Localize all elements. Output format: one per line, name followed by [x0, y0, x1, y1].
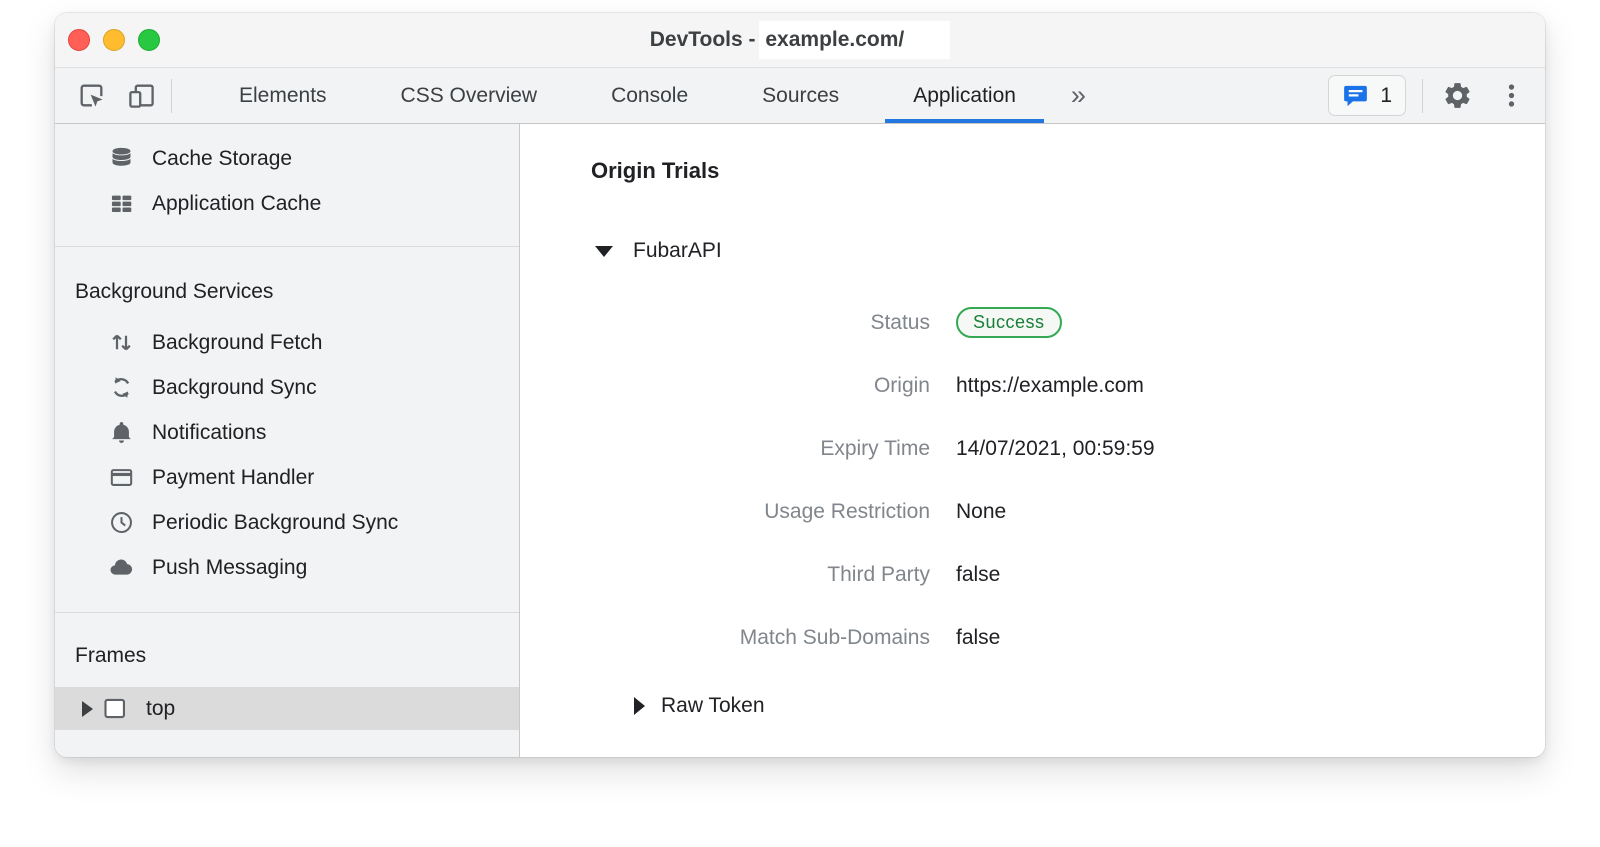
window-title-prefix: DevTools -: [650, 28, 762, 52]
traffic-lights: [68, 13, 160, 67]
window-title: DevTools - example.com/: [650, 21, 951, 59]
row-label: Expiry Time: [520, 437, 930, 461]
sidebar-item-cache-storage[interactable]: Cache Storage: [55, 136, 519, 181]
disclosure-collapsed-icon: [634, 697, 645, 715]
disclosure-expanded-icon: [595, 246, 613, 257]
origin-trials-panel: Origin Trials FubarAPI Status Success Or…: [520, 124, 1545, 757]
sidebar-item-notifications[interactable]: Notifications: [55, 410, 519, 455]
sidebar-item-label: Payment Handler: [152, 466, 314, 490]
frame-icon: [101, 695, 128, 722]
close-button[interactable]: [68, 29, 90, 51]
database-icon: [108, 145, 135, 172]
more-options-button[interactable]: [1493, 78, 1529, 114]
raw-token-label: Raw Token: [661, 694, 765, 718]
panel-content: Cache Storage Application Cache Backgrou…: [55, 124, 1545, 757]
message-bubble-icon: [1342, 82, 1369, 109]
up-down-arrows-icon: [108, 329, 135, 356]
sidebar-item-frame-top[interactable]: top: [55, 687, 519, 730]
sidebar-item-label: Background Fetch: [152, 331, 322, 355]
sidebar-item-background-fetch[interactable]: Background Fetch: [55, 320, 519, 365]
panel-tabs: Elements CSS Overview Console Sources Ap…: [202, 68, 1053, 123]
gear-icon: [1442, 80, 1473, 111]
window-title-domain: example.com/: [759, 21, 950, 59]
minimize-button[interactable]: [103, 29, 125, 51]
issues-counter-button[interactable]: 1: [1328, 75, 1406, 116]
sidebar-item-application-cache[interactable]: Application Cache: [55, 181, 519, 226]
settings-button[interactable]: [1439, 78, 1475, 114]
row-value: false: [956, 563, 1000, 587]
sidebar-item-label: Push Messaging: [152, 556, 307, 580]
detail-row-third-party: Third Party false: [520, 543, 1545, 606]
sidebar-item-label: Notifications: [152, 421, 266, 445]
row-value: 14/07/2021, 00:59:59: [956, 437, 1155, 461]
row-label: Match Sub-Domains: [520, 626, 930, 650]
zoom-button[interactable]: [138, 29, 160, 51]
chevron-double-right-icon: »: [1071, 80, 1086, 111]
devtools-window: DevTools - example.com/ Elements CSS Ov: [55, 13, 1545, 757]
detail-row-usage-restriction: Usage Restriction None: [520, 480, 1545, 543]
row-value: None: [956, 500, 1006, 524]
raw-token-tree-node[interactable]: Raw Token: [634, 694, 1545, 718]
detail-row-origin: Origin https://example.com: [520, 354, 1545, 417]
tab-sources[interactable]: Sources: [725, 68, 876, 123]
devices-icon: [126, 80, 157, 111]
row-label: Status: [520, 311, 930, 335]
sidebar-item-label: Application Cache: [152, 192, 321, 216]
sidebar-section-divider: [55, 246, 519, 247]
sidebar-item-push-messaging[interactable]: Push Messaging: [55, 545, 519, 590]
tab-application[interactable]: Application: [876, 68, 1053, 123]
tab-console[interactable]: Console: [574, 68, 725, 123]
sidebar-item-label: Background Sync: [152, 376, 317, 400]
table-icon: [108, 190, 135, 217]
trial-details: Status Success Origin https://example.co…: [520, 291, 1545, 669]
devtools-toolbar: Elements CSS Overview Console Sources Ap…: [55, 68, 1545, 124]
row-value: https://example.com: [956, 374, 1144, 398]
more-tabs-button[interactable]: »: [1053, 80, 1104, 111]
toolbar-divider: [171, 79, 172, 113]
cloud-icon: [108, 554, 135, 581]
section-title: Background Services: [75, 280, 273, 304]
sidebar-item-payment-handler[interactable]: Payment Handler: [55, 455, 519, 500]
trial-name: FubarAPI: [633, 239, 722, 263]
frame-label: top: [146, 697, 175, 721]
sidebar-item-label: Periodic Background Sync: [152, 511, 398, 535]
sync-icon: [108, 374, 135, 401]
issues-count: 1: [1380, 84, 1392, 108]
page-title: Origin Trials: [591, 158, 1545, 184]
application-sidebar: Cache Storage Application Cache Backgrou…: [55, 124, 520, 757]
detail-row-expiry-time: Expiry Time 14/07/2021, 00:59:59: [520, 417, 1545, 480]
row-label: Third Party: [520, 563, 930, 587]
bell-icon: [108, 419, 135, 446]
kebab-menu-icon: [1497, 81, 1526, 110]
inspect-icon: [76, 80, 107, 111]
credit-card-icon: [108, 464, 135, 491]
clock-icon: [108, 509, 135, 536]
sidebar-section-frames: Frames: [55, 633, 519, 678]
trial-tree-node[interactable]: FubarAPI: [595, 238, 1545, 264]
detail-row-match-sub-domains: Match Sub-Domains false: [520, 606, 1545, 669]
sidebar-section-background-services: Background Services: [55, 269, 519, 314]
toolbar-divider: [1422, 79, 1423, 113]
inspect-element-button[interactable]: [73, 78, 109, 114]
row-label: Origin: [520, 374, 930, 398]
sidebar-item-periodic-background-sync[interactable]: Periodic Background Sync: [55, 500, 519, 545]
title-bar: DevTools - example.com/: [55, 13, 1545, 68]
sidebar-item-label: Cache Storage: [152, 147, 292, 171]
tab-elements[interactable]: Elements: [202, 68, 364, 123]
disclosure-collapsed-icon: [82, 701, 93, 717]
sidebar-section-divider: [55, 612, 519, 613]
detail-row-status: Status Success: [520, 291, 1545, 354]
sidebar-item-background-sync[interactable]: Background Sync: [55, 365, 519, 410]
section-title: Frames: [75, 644, 146, 668]
status-badge: Success: [956, 307, 1062, 338]
row-value: false: [956, 626, 1000, 650]
tab-css-overview[interactable]: CSS Overview: [364, 68, 575, 123]
row-label: Usage Restriction: [520, 500, 930, 524]
toggle-device-toolbar-button[interactable]: [123, 78, 159, 114]
